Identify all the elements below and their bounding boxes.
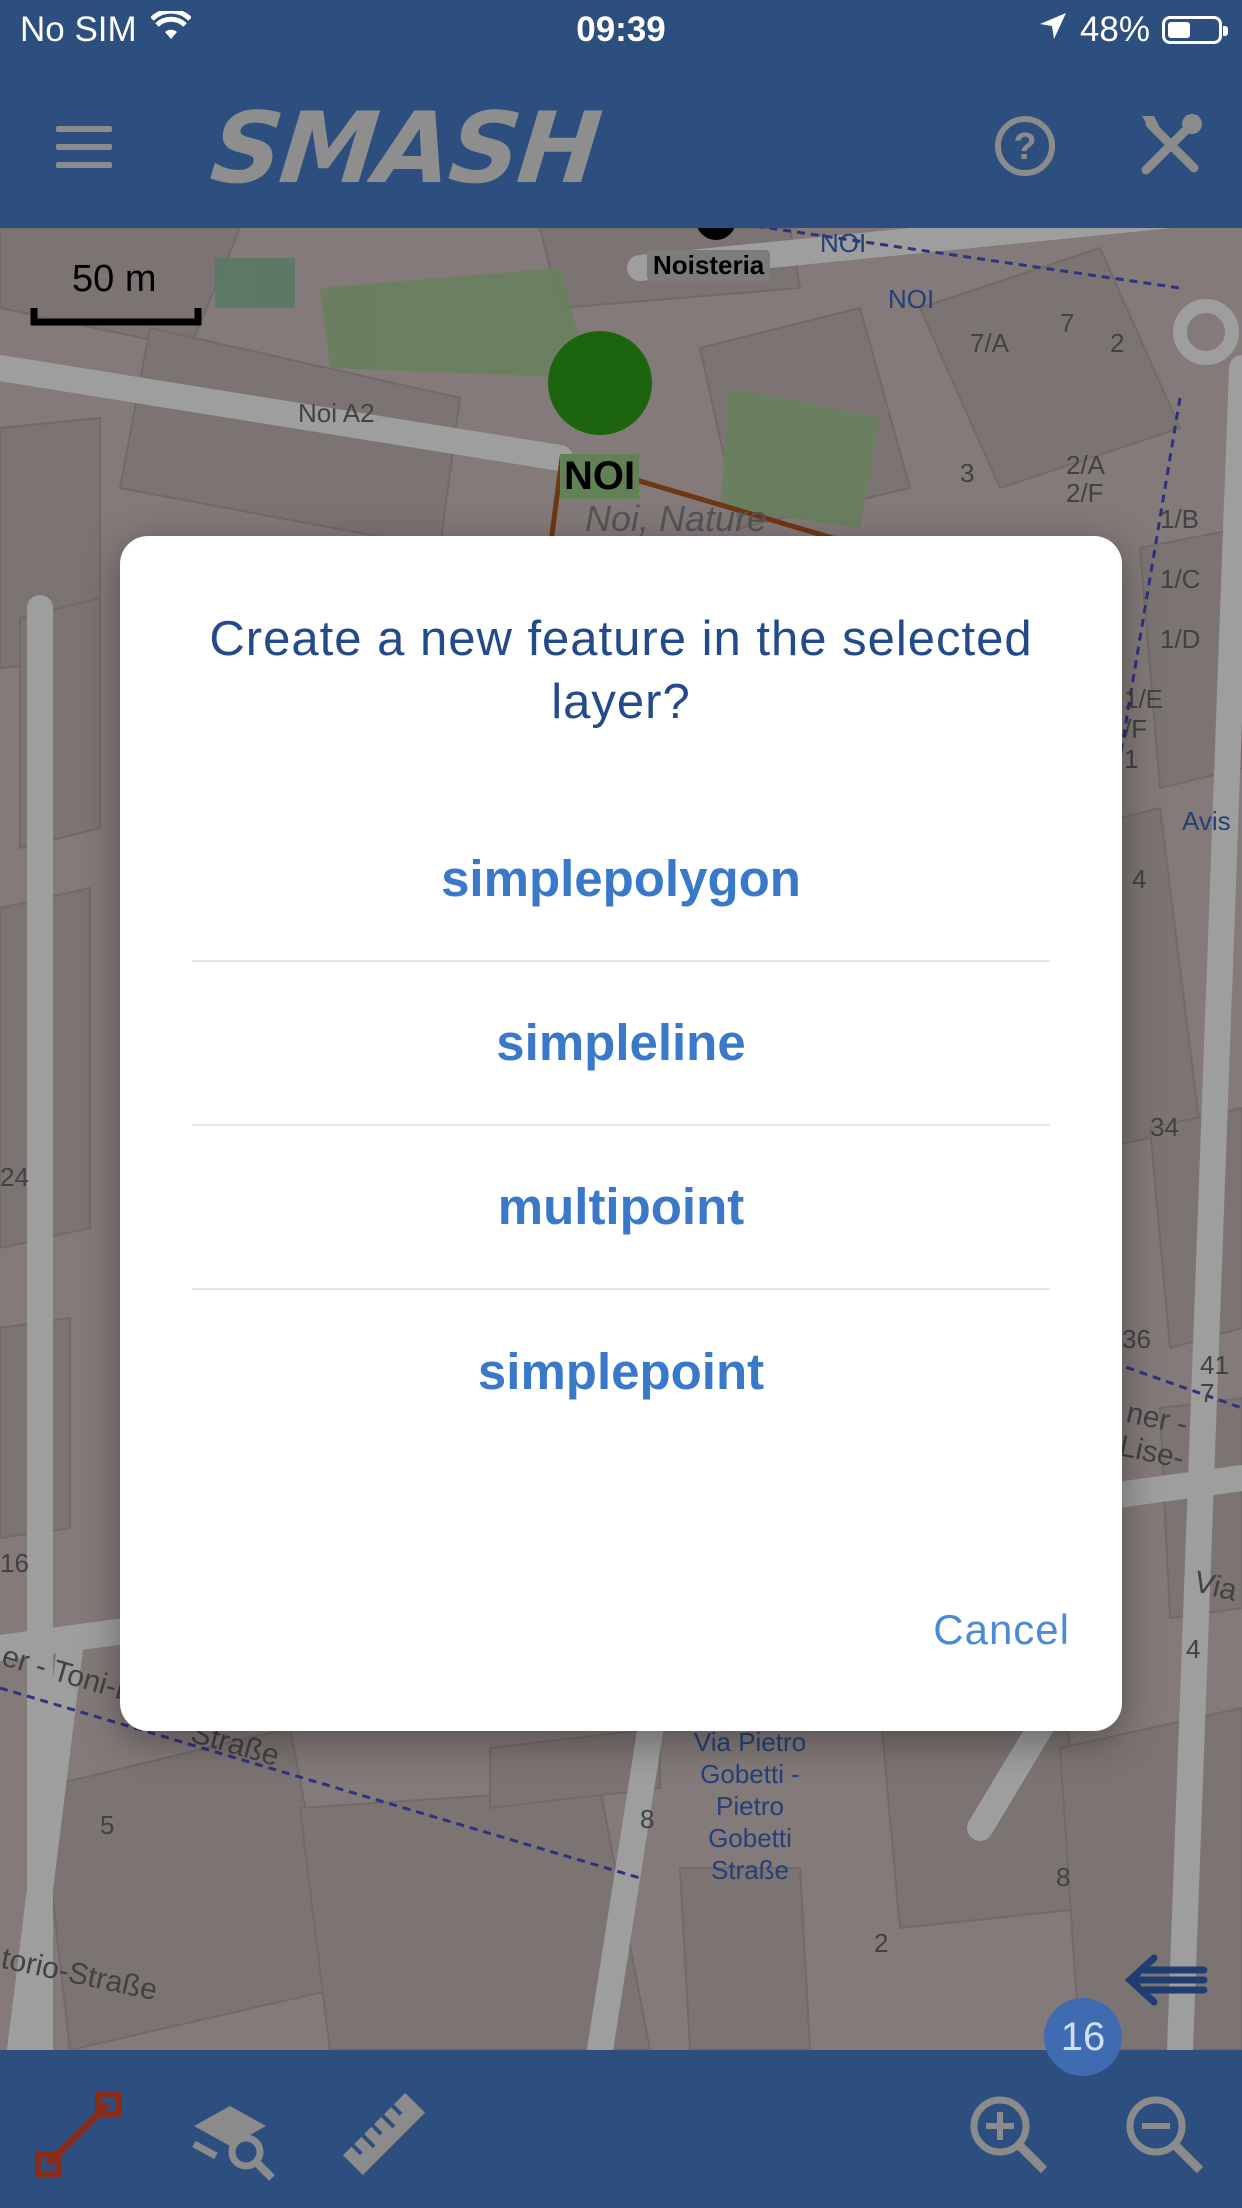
zoom-level-badge: 16 [1044, 1998, 1122, 2076]
layer-option-simpleline[interactable]: simpleline [192, 960, 1050, 1126]
bottom-toolbar [0, 2050, 1242, 2208]
app-bar: SMASH ? [0, 62, 1242, 228]
new-feature-dialog: Create a new feature in the selected lay… [120, 536, 1122, 1731]
battery-icon [1162, 16, 1228, 44]
cancel-button[interactable]: Cancel [933, 1606, 1070, 1654]
zoom-in-icon[interactable] [960, 2086, 1056, 2182]
dialog-title: Create a new feature in the selected lay… [209, 612, 1033, 729]
layer-options-list: simplepolygon simpleline multipoint simp… [192, 798, 1050, 1454]
app-logo: SMASH [206, 92, 605, 206]
layer-option-simplepolygon[interactable]: simplepolygon [192, 796, 1050, 962]
svg-text:?: ? [1013, 126, 1036, 168]
ruler-icon[interactable] [336, 2086, 432, 2182]
edit-geometry-icon[interactable] [30, 2086, 126, 2182]
layer-option-multipoint[interactable]: multipoint [192, 1124, 1050, 1290]
tools-icon[interactable] [1130, 106, 1210, 186]
hamburger-icon[interactable] [44, 114, 124, 194]
location-arrow-icon [1038, 10, 1068, 50]
status-bar: No SIM 09:39 48% [0, 0, 1242, 62]
battery-percent: 48% [1079, 10, 1150, 49]
help-circle-icon[interactable]: ? [985, 106, 1065, 186]
layers-menu-icon[interactable] [1124, 1952, 1208, 2013]
query-layer-icon[interactable] [186, 2086, 282, 2182]
zoom-out-icon[interactable] [1116, 2086, 1212, 2182]
layer-option-simplepoint[interactable]: simplepoint [192, 1288, 1050, 1454]
